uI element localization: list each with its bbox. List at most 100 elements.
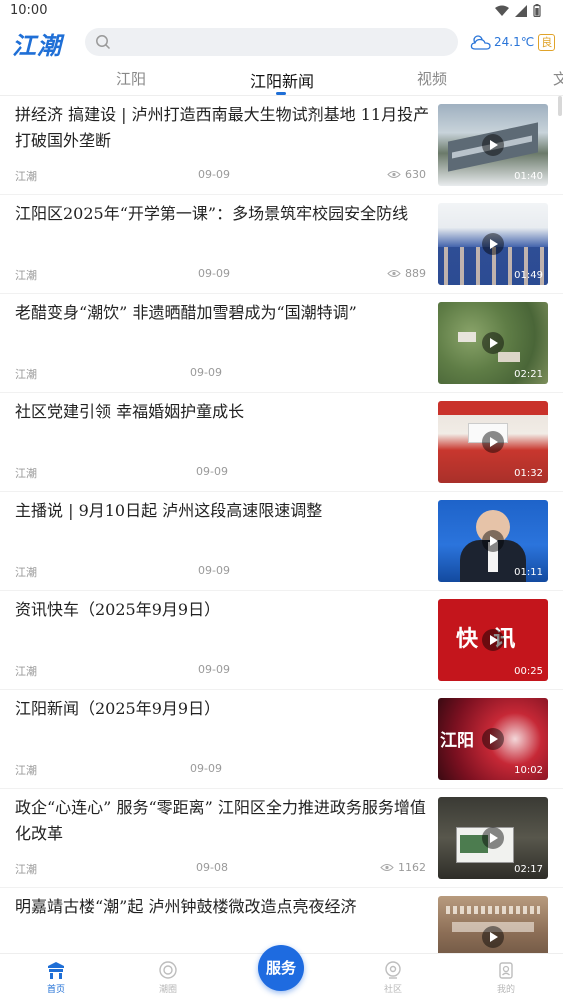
play-icon <box>482 629 504 651</box>
video-duration: 01:40 <box>514 171 543 182</box>
battery-icon <box>533 4 541 17</box>
news-item[interactable]: 政企“心连心” 服务“零距离” 江阳区全力推进政务服务增值化改革 江潮 09-0… <box>0 789 563 888</box>
news-source: 江潮 <box>15 863 37 876</box>
news-thumbnail[interactable]: 01:40 <box>438 104 548 186</box>
signal-icon <box>515 4 527 17</box>
thumbnail-caption: 江阳 <box>440 731 474 751</box>
scrollbar[interactable] <box>558 96 562 116</box>
news-thumbnail[interactable]: 02:21 <box>438 302 548 384</box>
video-duration: 00:25 <box>514 666 543 677</box>
news-item[interactable]: 江阳区2025年“开学第一课”：多场景筑牢校园安全防线 江潮 09-09 889… <box>0 195 563 294</box>
tab-jiangyang-news[interactable]: 江阳新闻 <box>250 68 314 92</box>
news-title: 老醋变身“潮饮” 非遗晒醋加雪碧成为“国潮特调” <box>15 303 357 322</box>
news-title: 主播说 | 9月10日起 泸州这段高速限速调整 <box>15 501 323 520</box>
news-thumbnail[interactable]: 江阳 10:02 <box>438 698 548 780</box>
tab-jiangyang[interactable]: 江阳 <box>116 68 146 89</box>
video-duration: 01:11 <box>514 567 543 578</box>
channel-tabs: 江阳 江阳新闻 视频 文 <box>0 62 563 96</box>
news-title: 江阳区2025年“开学第一课”：多场景筑牢校园安全防线 <box>15 204 409 223</box>
news-item[interactable]: 社区党建引领 幸福婚姻护童成长 江潮 09-09 01:32 <box>0 393 563 492</box>
community-icon <box>385 961 401 979</box>
eye-icon <box>387 270 401 277</box>
news-views: 1162 <box>380 861 426 874</box>
news-item[interactable]: 主播说 | 9月10日起 泸州这段高速限速调整 江潮 09-09 01:11 <box>0 492 563 591</box>
tab-more[interactable]: 文 <box>553 68 563 89</box>
news-source: 江潮 <box>15 269 37 282</box>
news-source: 江潮 <box>15 566 37 579</box>
news-thumbnail[interactable]: 01:32 <box>438 401 548 483</box>
video-duration: 01:49 <box>514 270 543 281</box>
video-duration: 02:17 <box>514 864 543 875</box>
news-date: 09-09 <box>198 168 230 181</box>
play-icon <box>482 926 504 948</box>
status-icons <box>495 4 541 17</box>
wifi-icon <box>495 5 509 16</box>
weather-widget[interactable]: 24.1℃ 良 <box>470 30 556 54</box>
service-button[interactable]: 服务 <box>258 945 304 991</box>
news-views: 630 <box>387 168 426 181</box>
news-thumbnail[interactable]: 02:17 <box>438 797 548 879</box>
news-title: 明嘉靖古楼“潮”起 泸州钟鼓楼微改造点亮夜经济 <box>15 897 357 916</box>
news-views-count: 630 <box>405 168 426 181</box>
tab-indicator <box>276 92 286 95</box>
news-views: 889 <box>387 267 426 280</box>
nav-profile[interactable]: 我的 <box>476 960 536 995</box>
news-thumbnail[interactable]: 01:49 <box>438 203 548 285</box>
news-views-count: 1162 <box>398 861 426 874</box>
news-source: 江潮 <box>15 368 37 381</box>
news-item[interactable]: 拼经济 搞建设 | 泸州打造西南最大生物试剂基地 11月投产打破国外垄断 江潮 … <box>0 96 563 195</box>
play-icon <box>482 827 504 849</box>
weather-temperature: 24.1℃ <box>494 35 535 49</box>
news-date: 09-09 <box>190 762 222 775</box>
news-source: 江潮 <box>15 764 37 777</box>
play-icon <box>482 233 504 255</box>
video-duration: 10:02 <box>514 765 543 776</box>
weather-cloud-icon <box>470 35 491 50</box>
aqi-badge: 良 <box>538 33 556 51</box>
news-date: 09-09 <box>198 663 230 676</box>
news-date: 09-09 <box>190 366 222 379</box>
nav-profile-label: 我的 <box>496 985 515 995</box>
eye-icon <box>387 171 401 178</box>
news-source: 江潮 <box>15 467 37 480</box>
app-header: 江潮 24.1℃ 良 <box>0 24 563 62</box>
play-icon <box>482 431 504 453</box>
search-icon <box>96 35 111 50</box>
nav-home-label: 首页 <box>46 985 65 995</box>
news-date: 09-08 <box>196 861 228 874</box>
news-item[interactable]: 江阳新闻（2025年9月9日） 江潮 09-09 江阳 10:02 <box>0 690 563 789</box>
news-title: 江阳新闻（2025年9月9日） <box>15 699 221 718</box>
status-time: 10:00 <box>10 3 48 18</box>
video-duration: 02:21 <box>514 369 543 380</box>
nav-circle[interactable]: 潮圈 <box>138 960 198 995</box>
profile-icon <box>499 962 513 979</box>
news-title: 社区党建引领 幸福婚姻护童成长 <box>15 402 245 421</box>
app-logo: 江潮 <box>12 31 62 60</box>
play-icon <box>482 332 504 354</box>
status-bar: 10:00 <box>0 0 563 24</box>
news-date: 09-09 <box>196 465 228 478</box>
video-duration: 01:32 <box>514 468 543 479</box>
play-icon <box>482 728 504 750</box>
news-thumbnail[interactable]: 01:11 <box>438 500 548 582</box>
tab-video[interactable]: 视频 <box>417 68 447 89</box>
news-source: 江潮 <box>15 170 37 183</box>
circle-icon <box>159 961 177 979</box>
news-item[interactable]: 老醋变身“潮饮” 非遗晒醋加雪碧成为“国潮特调” 江潮 09-09 02:21 <box>0 294 563 393</box>
nav-community[interactable]: 社区 <box>363 960 423 995</box>
news-date: 09-09 <box>198 267 230 280</box>
play-icon <box>482 134 504 156</box>
news-item[interactable]: 资讯快车（2025年9月9日） 江潮 09-09 快 讯 00:25 <box>0 591 563 690</box>
news-date: 09-09 <box>198 564 230 577</box>
news-thumbnail[interactable]: 快 讯 00:25 <box>438 599 548 681</box>
nav-circle-label: 潮圈 <box>158 985 177 995</box>
nav-home[interactable]: 首页 <box>26 960 86 995</box>
news-source: 江潮 <box>15 665 37 678</box>
news-title: 政企“心连心” 服务“零距离” 江阳区全力推进政务服务增值化改革 <box>15 798 426 843</box>
play-icon <box>482 530 504 552</box>
search-input[interactable] <box>85 28 458 56</box>
news-views-count: 889 <box>405 267 426 280</box>
news-title: 拼经济 搞建设 | 泸州打造西南最大生物试剂基地 11月投产打破国外垄断 <box>15 105 430 150</box>
nav-community-label: 社区 <box>383 985 402 995</box>
news-title: 资讯快车（2025年9月9日） <box>15 600 221 619</box>
